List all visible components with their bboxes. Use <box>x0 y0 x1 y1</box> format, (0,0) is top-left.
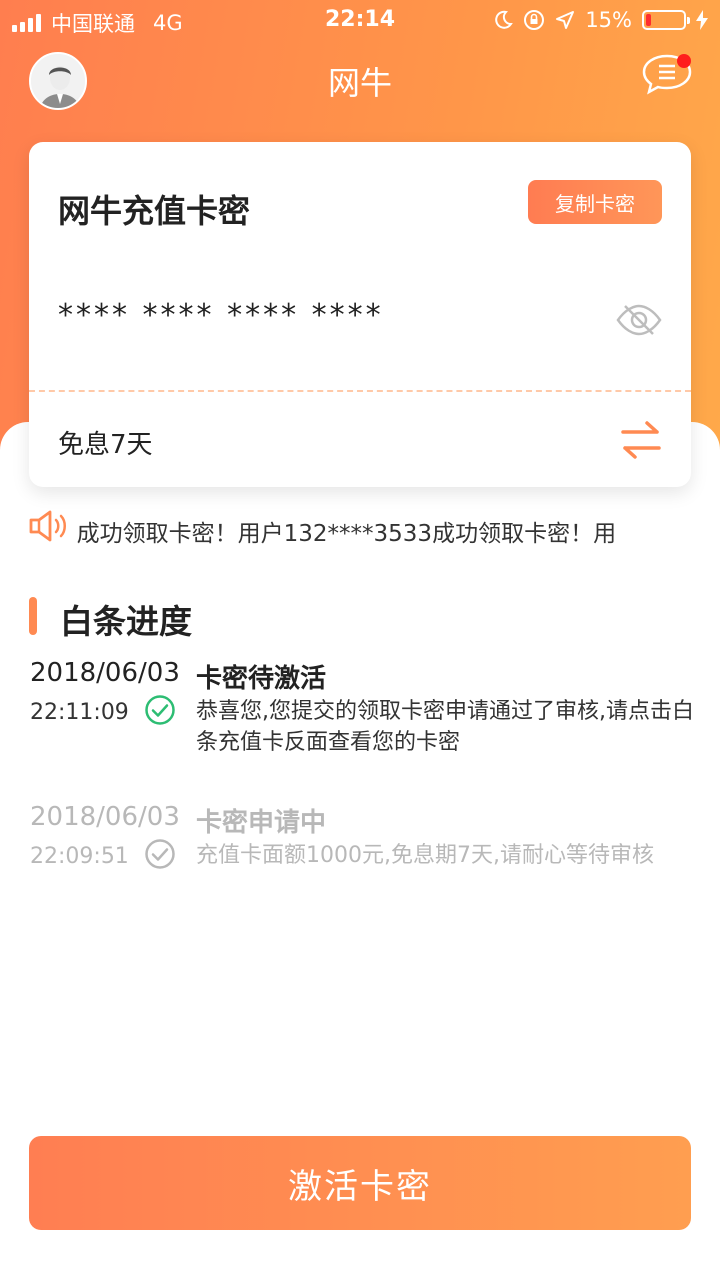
charging-bolt-icon <box>696 10 708 30</box>
card-title: 网牛充值卡密 <box>58 192 251 230</box>
swap-arrows-icon[interactable] <box>619 420 663 460</box>
step-description: 恭喜您,您提交的领取卡密申请通过了审核,请点击白条充值卡反面查看您的卡密 <box>196 699 694 755</box>
battery-icon <box>642 10 690 30</box>
page-title: 网牛 <box>327 64 392 102</box>
step-status: 卡密待激活 <box>196 664 327 694</box>
check-circle-icon <box>145 695 175 725</box>
section-accent-bar <box>29 597 37 635</box>
speaker-icon <box>29 510 66 542</box>
battery-level <box>646 14 652 26</box>
eye-hidden-icon[interactable] <box>615 302 663 338</box>
status-bar: 中国联通 4G 22:14 15% <box>0 0 720 40</box>
step-time: 22:11:09 <box>30 700 129 725</box>
step-description: 充值卡面额1000元,免息期7天,请耐心等待审核 <box>196 843 654 868</box>
interest-free-label: 免息7天 <box>58 430 153 460</box>
step-date: 2018/06/03 <box>30 658 180 688</box>
announcement-marquee: 3成功领取卡密！用户132****3533成功领取卡密！用 <box>76 510 662 546</box>
card-divider <box>29 390 691 392</box>
status-right: 15% <box>493 8 708 32</box>
copy-code-button[interactable]: 复制卡密 <box>528 180 662 224</box>
marquee-text: 3成功领取卡密！用户132****3533成功领取卡密！用 <box>76 521 617 546</box>
check-circle-icon <box>145 839 175 869</box>
step-status: 卡密申请中 <box>196 808 327 838</box>
step-time: 22:09:51 <box>30 844 129 869</box>
card-code: **** **** **** **** <box>58 298 384 333</box>
battery-percent: 15% <box>585 8 632 32</box>
rotation-lock-icon <box>524 10 545 30</box>
recharge-card: 网牛充值卡密 复制卡密 **** **** **** **** 免息7天 <box>29 142 691 487</box>
location-arrow-icon <box>556 11 575 29</box>
notification-badge <box>677 54 691 68</box>
moon-icon <box>495 10 514 29</box>
step-date: 2018/06/03 <box>30 802 180 832</box>
activate-code-button[interactable]: 激活卡密 <box>29 1136 691 1230</box>
section-title: 白条进度 <box>60 602 192 641</box>
